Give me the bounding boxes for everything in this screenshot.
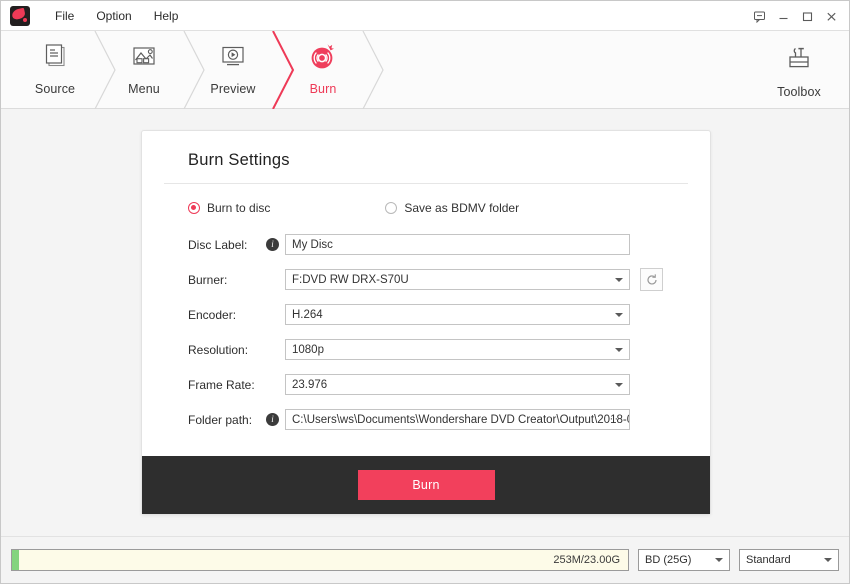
field-row-frame-rate: Frame Rate: 23.976	[142, 367, 710, 402]
resolution-select-value: 1080p	[292, 344, 324, 356]
refresh-burner-button[interactable]	[640, 268, 663, 291]
step-preview-label: Preview	[210, 82, 255, 96]
frame-rate-select-value: 23.976	[292, 379, 327, 391]
close-icon[interactable]	[819, 3, 843, 29]
main-content: Burn Settings Burn to disc Save as BDMV …	[1, 109, 849, 536]
burner-select-value: F:DVD RW DRX-S70U	[292, 274, 409, 286]
chevron-down-icon	[615, 313, 623, 317]
step-source-label: Source	[35, 82, 75, 96]
feedback-icon[interactable]	[747, 3, 771, 29]
radio-burn-to-disc[interactable]: Burn to disc	[188, 201, 270, 215]
monitor-play-icon	[218, 40, 248, 74]
burner-select[interactable]: F:DVD RW DRX-S70U	[285, 269, 630, 290]
status-bar: 253M/23.00G BD (25G) Standard	[1, 536, 849, 583]
field-row-disc-label: Disc Label: i My Disc	[142, 227, 710, 262]
folder-path-label: Folder path:	[188, 413, 266, 427]
folder-path-value: C:\Users\ws\Documents\Wondershare DVD Cr…	[292, 414, 630, 426]
disc-usage-text: 253M/23.00G	[553, 554, 620, 566]
panel-title: Burn Settings	[142, 131, 710, 170]
folder-path-truncation: ···	[610, 413, 625, 425]
disc-type-select[interactable]: BD (25G)	[638, 549, 730, 571]
menu-bar: File Option Help	[44, 5, 189, 27]
burn-button[interactable]: Burn	[358, 470, 495, 500]
window-controls	[747, 1, 843, 31]
chevron-down-icon	[715, 558, 723, 562]
document-stack-icon	[40, 40, 70, 74]
info-icon-folder-path[interactable]: i	[266, 413, 279, 426]
encoder-label: Encoder:	[188, 308, 266, 322]
burn-action-bar: Burn	[142, 456, 710, 514]
step-menu[interactable]: Menu	[100, 31, 188, 109]
step-burn[interactable]: Burn	[279, 31, 367, 109]
radio-burn-to-disc-label: Burn to disc	[207, 201, 270, 215]
field-row-encoder: Encoder: H.264	[142, 297, 710, 332]
resolution-select[interactable]: 1080p	[285, 339, 630, 360]
radio-save-as-bdmv-folder[interactable]: Save as BDMV folder	[385, 201, 519, 215]
minimize-icon[interactable]	[771, 3, 795, 29]
application-window: File Option Help	[0, 0, 850, 584]
output-mode-radio-group: Burn to disc Save as BDMV folder	[142, 184, 710, 215]
menu-help[interactable]: Help	[143, 5, 190, 27]
disc-label-label: Disc Label:	[188, 238, 266, 252]
chevron-down-icon	[615, 348, 623, 352]
step-menu-label: Menu	[128, 82, 160, 96]
step-navigation-bar: Source Menu	[1, 31, 849, 109]
toolbox-button[interactable]: Toolbox	[759, 31, 839, 109]
settings-form: Disc Label: i My Disc Burner: F:DVD RW D…	[142, 215, 710, 437]
field-row-burner: Burner: F:DVD RW DRX-S70U	[142, 262, 710, 297]
toolbox-icon	[784, 42, 814, 76]
step-source[interactable]: Source	[11, 31, 99, 109]
image-thumbnail-icon	[129, 40, 159, 74]
step-burn-label: Burn	[310, 82, 337, 96]
resolution-label: Resolution:	[188, 343, 266, 357]
burner-label: Burner:	[188, 273, 266, 287]
frame-rate-select[interactable]: 23.976	[285, 374, 630, 395]
encoder-select-value: H.264	[292, 309, 323, 321]
step-preview[interactable]: Preview	[189, 31, 277, 109]
field-row-resolution: Resolution: 1080p	[142, 332, 710, 367]
maximize-icon[interactable]	[795, 3, 819, 29]
field-row-folder-path: Folder path: i C:\Users\ws\Documents\Won…	[142, 402, 710, 437]
chevron-down-icon	[615, 278, 623, 282]
folder-path-input[interactable]: C:\Users\ws\Documents\Wondershare DVD Cr…	[285, 409, 630, 430]
burning-disc-icon	[307, 40, 339, 74]
radio-save-as-bdmv-folder-dot	[385, 202, 397, 214]
disc-usage-progress-bar: 253M/23.00G	[11, 549, 629, 571]
disc-usage-progress-fill	[12, 550, 19, 570]
menu-file[interactable]: File	[44, 5, 85, 27]
disc-label-input[interactable]: My Disc	[285, 234, 630, 255]
toolbox-label: Toolbox	[777, 85, 821, 99]
radio-save-as-bdmv-folder-label: Save as BDMV folder	[404, 201, 519, 215]
app-logo-icon	[10, 6, 30, 26]
quality-select[interactable]: Standard	[739, 549, 839, 571]
menu-option[interactable]: Option	[85, 5, 142, 27]
frame-rate-label: Frame Rate:	[188, 378, 266, 392]
encoder-select[interactable]: H.264	[285, 304, 630, 325]
disc-type-value: BD (25G)	[645, 554, 691, 566]
quality-value: Standard	[746, 554, 791, 566]
radio-burn-to-disc-dot	[188, 202, 200, 214]
chevron-down-icon	[824, 558, 832, 562]
burn-settings-panel: Burn Settings Burn to disc Save as BDMV …	[141, 130, 711, 515]
info-icon-disc-label[interactable]: i	[266, 238, 279, 251]
title-bar: File Option Help	[1, 1, 849, 31]
chevron-down-icon	[615, 383, 623, 387]
